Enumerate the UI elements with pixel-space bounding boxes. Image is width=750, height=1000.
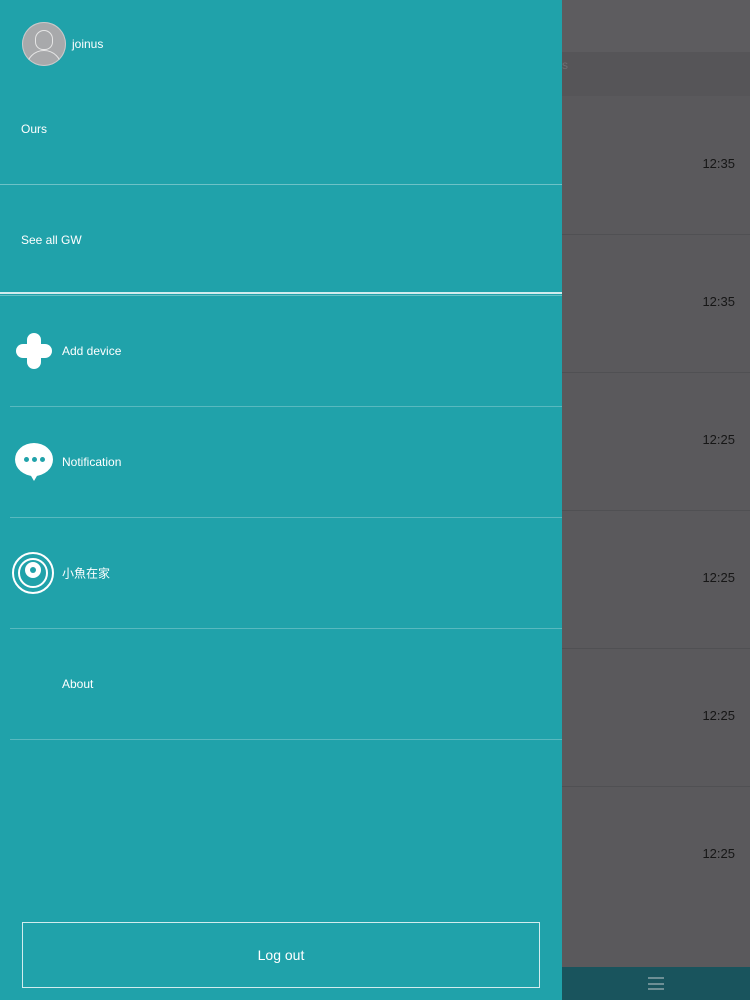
camera-icon: [12, 552, 54, 594]
menu-item-label: See all GW: [21, 233, 82, 247]
menu-item-label: Add device: [62, 344, 122, 358]
background-list-item[interactable]: 12:35: [562, 234, 750, 373]
message-time: 12:25: [702, 570, 735, 585]
menu-item-label: About: [62, 677, 94, 691]
background-list-item[interactable]: 12:25: [562, 786, 750, 924]
background-bottom-bar: [562, 967, 750, 1000]
message-time: 12:25: [702, 708, 735, 723]
message-time: 12:35: [702, 156, 735, 171]
background-list-item[interactable]: 12:35: [562, 96, 750, 235]
message-time: 12:35: [702, 294, 735, 309]
menu-item-ours[interactable]: Ours: [0, 74, 562, 184]
menu-item-camera[interactable]: 小魚在家: [0, 518, 562, 628]
username: joinus: [72, 37, 104, 51]
menu-item-add-device[interactable]: Add device: [0, 296, 562, 406]
message-time: 12:25: [702, 846, 735, 861]
message-time: 12:25: [702, 432, 735, 447]
menu-divider: [0, 292, 562, 294]
menu-item-see-all-gw[interactable]: See all GW: [0, 185, 562, 295]
background-subbar-text: s: [562, 58, 568, 72]
background-list-item[interactable]: 12:25: [562, 510, 750, 649]
menu-divider: [10, 739, 562, 740]
side-drawer: joinus Ours See all GW Add device Notifi…: [0, 0, 562, 1000]
user-profile[interactable]: joinus: [22, 22, 103, 66]
menu-item-notification[interactable]: Notification: [0, 407, 562, 517]
plus-icon: [16, 333, 52, 369]
background-list-item[interactable]: 12:25: [562, 372, 750, 511]
logout-button[interactable]: Log out: [22, 922, 540, 988]
background-list-item[interactable]: 12:25: [562, 648, 750, 787]
user-avatar-icon: [22, 22, 66, 66]
menu-item-label: 小魚在家: [62, 566, 111, 581]
hamburger-icon[interactable]: [648, 977, 664, 990]
menu-item-label: Notification: [62, 455, 122, 469]
menu-item-about[interactable]: About: [0, 629, 562, 739]
chat-bubble-icon: [15, 443, 53, 481]
menu-item-label: Ours: [21, 122, 48, 136]
